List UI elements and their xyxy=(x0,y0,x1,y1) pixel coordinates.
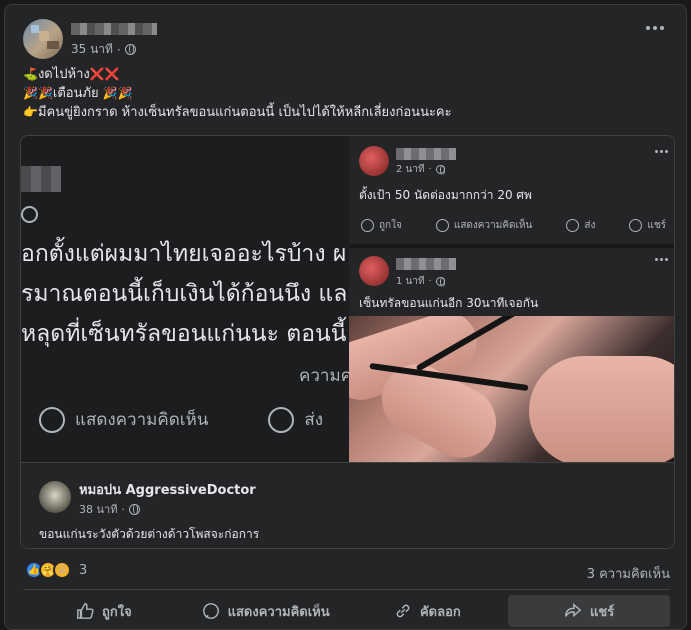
mini-text-2: เซ็นทรัลขอนแก่นอีก 30นาทีเจอกัน xyxy=(359,296,539,310)
hand-photo xyxy=(349,316,674,462)
public-globe-icon xyxy=(124,44,136,55)
comment-button[interactable]: แสดงความคิดเห็น xyxy=(185,595,347,627)
action-divider xyxy=(23,589,670,590)
commenter-name: หมอบ่น AggressiveDoctor xyxy=(79,483,256,498)
like-button[interactable]: ถูกใจ xyxy=(23,595,185,627)
big-send: ส่ง xyxy=(268,406,323,433)
author-avatar[interactable] xyxy=(23,19,63,59)
mini-post-1: 2 นาที · ตั้งเป้า 50 นัดต่องมากกว่า 20 ศพ… xyxy=(349,136,674,244)
share-arrow-icon xyxy=(565,603,582,618)
big-actions: แสดงความคิดเห็น ส่ง xyxy=(39,406,323,433)
like-icon xyxy=(361,218,374,232)
big-text-line-1: อกตั้งแต่ผมมาไทยเจออะไรบ้าง ผ xyxy=(21,241,347,267)
mini-comment: แสดงความคิดเห็น xyxy=(435,218,532,233)
mini-post-2: 1 นาที · เซ็นทรัลขอนแก่นอีก 30นาทีเจอกัน xyxy=(349,248,674,316)
comment-icon xyxy=(202,603,219,619)
big-comment: แสดงความคิดเห็น xyxy=(39,406,208,433)
share-button[interactable]: แชร์ xyxy=(508,595,670,627)
shared-comment: หมอบ่น AggressiveDoctor 38 นาที · ขอนแก่น… xyxy=(21,462,674,548)
post-text: ⛳งดไปห้าง❌❌ 🎉🎉เตือนภัย 🎉🎉 👉มีคนขู่ยิงกรา… xyxy=(23,65,673,122)
mini-time-1: 2 นาที · xyxy=(396,162,445,177)
post-line-3: 👉มีคนขู่ยิงกราด ห้างเซ็นทรัลขอนแก่นตอนนี… xyxy=(23,105,452,120)
mini-like: ถูกใจ xyxy=(361,218,402,233)
link-icon xyxy=(396,604,410,618)
commenter-avatar xyxy=(39,481,71,513)
mini-text-1: ตั้งเป้า 50 นัดต่องมากกว่า 20 ศพ xyxy=(359,188,532,202)
mini-more-icon xyxy=(655,150,668,153)
mini-time-2: 1 นาที · xyxy=(396,274,445,289)
mini-name-blurred-2 xyxy=(396,258,456,270)
screenshot-small-posts: 2 นาที · ตั้งเป้า 50 นัดต่องมากกว่า 20 ศพ… xyxy=(349,136,674,462)
mini-send: ส่ง xyxy=(566,218,595,233)
post-time[interactable]: 35 นาที xyxy=(71,40,113,59)
copy-button[interactable]: คัดลอก xyxy=(347,595,509,627)
messenger-icon xyxy=(566,218,580,232)
post-meta: 35 นาที · xyxy=(71,40,136,59)
comment-text: ขอนแก่นระวังตัวด้วยต่างด้าวโพสจะก่อการ xyxy=(39,527,260,541)
blurred-name xyxy=(21,166,61,192)
wow-reaction-icon: 😮 xyxy=(53,561,71,579)
comment-icon xyxy=(39,407,65,433)
author-name-blurred[interactable] xyxy=(71,23,157,35)
share-icon xyxy=(629,218,643,232)
post-card: 35 นาที · ⛳งดไปห้าง❌❌ 🎉🎉เตือนภัย 🎉🎉 👉มีค… xyxy=(4,4,687,630)
mini-avatar-1 xyxy=(359,146,389,176)
thumbs-up-icon xyxy=(77,603,94,619)
mini-avatar-2 xyxy=(359,256,389,286)
screenshot-large-post: อกตั้งแต่ผมมาไทยเจออะไรบ้าง ผ รมาณตอนนี้… xyxy=(21,136,349,462)
reaction-summary[interactable]: 👍 🤗 😮 3 xyxy=(25,561,87,579)
more-options-icon[interactable] xyxy=(646,23,668,33)
big-dim-text: ความค xyxy=(299,366,349,386)
globe-icon xyxy=(435,277,445,287)
action-bar: ถูกใจ แสดงความคิดเห็น คัดลอก แชร์ xyxy=(23,595,670,627)
post-header: 35 นาที · xyxy=(23,15,663,59)
mini-more-icon xyxy=(655,258,668,261)
mini-actions-1: ถูกใจ แสดงความคิดเห็น ส่ง แชร์ xyxy=(361,218,666,233)
comment-count[interactable]: 3 ความคิดเห็น xyxy=(587,563,670,584)
globe-icon xyxy=(21,206,38,223)
post-line-1: ⛳งดไปห้าง❌❌ xyxy=(23,67,120,82)
post-line-2: 🎉🎉เตือนภัย 🎉🎉 xyxy=(23,86,133,101)
mini-name-blurred-1 xyxy=(396,148,456,160)
shared-image-collage[interactable]: อกตั้งแต่ผมมาไทยเจออะไรบ้าง ผ รมาณตอนนี้… xyxy=(20,135,675,549)
big-text-line-2: รมาณตอนนี้เก็บเงินได้ก้อนนึง แล xyxy=(21,281,348,307)
comment-icon xyxy=(435,218,449,232)
messenger-icon xyxy=(268,407,295,433)
reaction-count: 3 xyxy=(79,562,88,578)
big-text-line-3: หลุดที่เซ็นทรัลขอนแก่นนะ ตอนนี้ xyxy=(21,321,347,347)
mini-share: แชร์ xyxy=(629,218,666,233)
comment-time: 38 นาที · xyxy=(79,500,140,518)
globe-icon xyxy=(435,165,445,175)
globe-icon xyxy=(128,503,140,515)
